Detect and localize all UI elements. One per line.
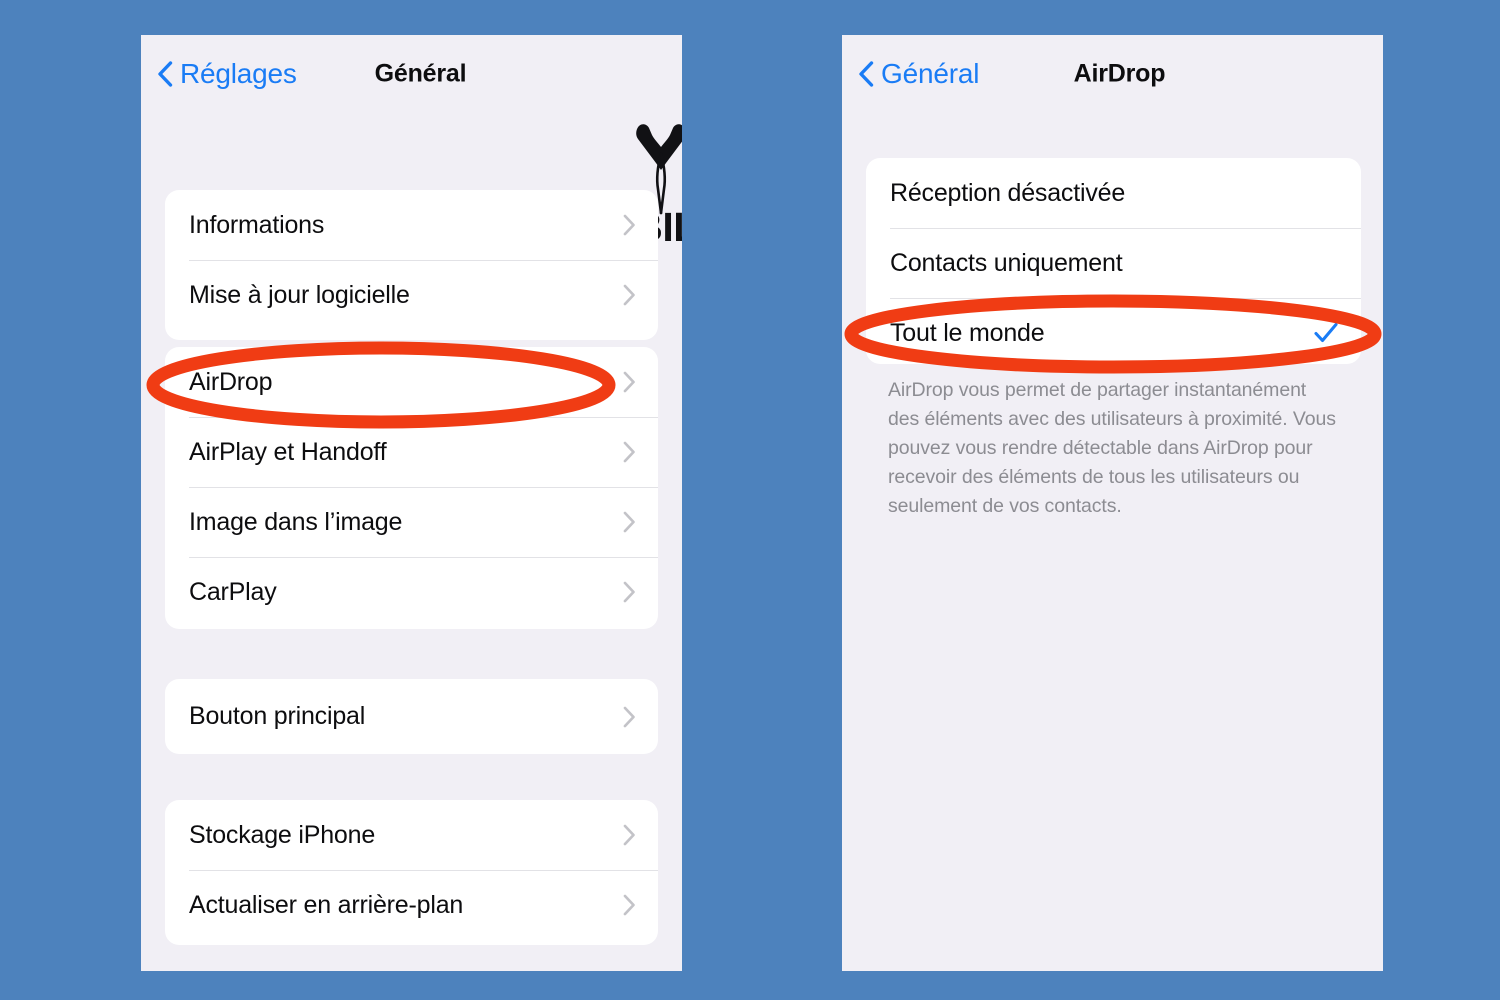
checkmark-icon	[1313, 320, 1339, 346]
chevron-right-icon	[623, 214, 636, 236]
settings-group-4: Stockage iPhone Actualiser en arrière-pl…	[165, 800, 658, 945]
row-label: AirPlay et Handoff	[189, 437, 387, 466]
option-contacts-uniquement[interactable]: Contacts uniquement	[866, 228, 1361, 298]
settings-group-2: AirDrop AirPlay et Handoff Image dans l’…	[165, 347, 658, 629]
row-label: Actualiser en arrière-plan	[189, 890, 464, 919]
settings-general-screen: Réglages Général MOBILAX Informations Mi…	[141, 35, 682, 971]
chevron-right-icon	[623, 441, 636, 463]
settings-group-3: Bouton principal	[165, 679, 658, 754]
chevron-right-icon	[623, 894, 636, 916]
chevron-left-icon	[157, 61, 173, 87]
option-label: Tout le monde	[890, 318, 1045, 347]
option-tout-le-monde[interactable]: Tout le monde	[866, 298, 1361, 364]
row-label: Bouton principal	[189, 702, 366, 730]
chevron-right-icon	[623, 706, 636, 728]
back-button-general[interactable]: Général	[858, 58, 979, 90]
chevron-right-icon	[623, 824, 636, 846]
navigation-bar-right: Général AirDrop	[842, 35, 1383, 113]
chevron-right-icon	[623, 284, 636, 306]
option-reception-desactivee[interactable]: Réception désactivée	[866, 158, 1361, 228]
row-carplay[interactable]: CarPlay	[165, 557, 658, 627]
row-airdrop[interactable]: AirDrop	[165, 347, 658, 417]
row-stockage-iphone[interactable]: Stockage iPhone	[165, 800, 658, 870]
row-airplay-handoff[interactable]: AirPlay et Handoff	[165, 417, 658, 487]
back-button-label: Réglages	[180, 58, 297, 89]
chevron-left-icon	[858, 61, 874, 87]
row-bouton-principal[interactable]: Bouton principal	[165, 679, 658, 754]
row-label: Image dans l’image	[189, 507, 403, 536]
row-label: Stockage iPhone	[189, 820, 376, 849]
chevron-right-icon	[623, 581, 636, 603]
option-label: Réception désactivée	[890, 178, 1126, 207]
back-button-reglages[interactable]: Réglages	[157, 58, 297, 90]
row-label: Mise à jour logicielle	[189, 280, 410, 309]
row-label: AirDrop	[189, 367, 273, 396]
row-mise-a-jour-logicielle[interactable]: Mise à jour logicielle	[165, 260, 658, 330]
chevron-right-icon	[623, 511, 636, 533]
row-informations[interactable]: Informations	[165, 190, 658, 260]
row-label: Informations	[189, 210, 325, 239]
airdrop-settings-screen: Général AirDrop Réception désactivée Con…	[842, 35, 1383, 971]
settings-group-1: Informations Mise à jour logicielle	[165, 190, 658, 340]
airdrop-options-group: Réception désactivée Contacts uniquement…	[866, 158, 1361, 364]
row-label: CarPlay	[189, 577, 277, 606]
airdrop-description: AirDrop vous permet de partager instanta…	[888, 379, 1336, 517]
back-button-label: Général	[881, 58, 980, 89]
option-label: Contacts uniquement	[890, 248, 1123, 277]
row-image-dans-image[interactable]: Image dans l’image	[165, 487, 658, 557]
navigation-bar-left: Réglages Général	[141, 35, 682, 113]
row-actualiser-arriere-plan[interactable]: Actualiser en arrière-plan	[165, 870, 658, 940]
chevron-right-icon	[623, 371, 636, 393]
